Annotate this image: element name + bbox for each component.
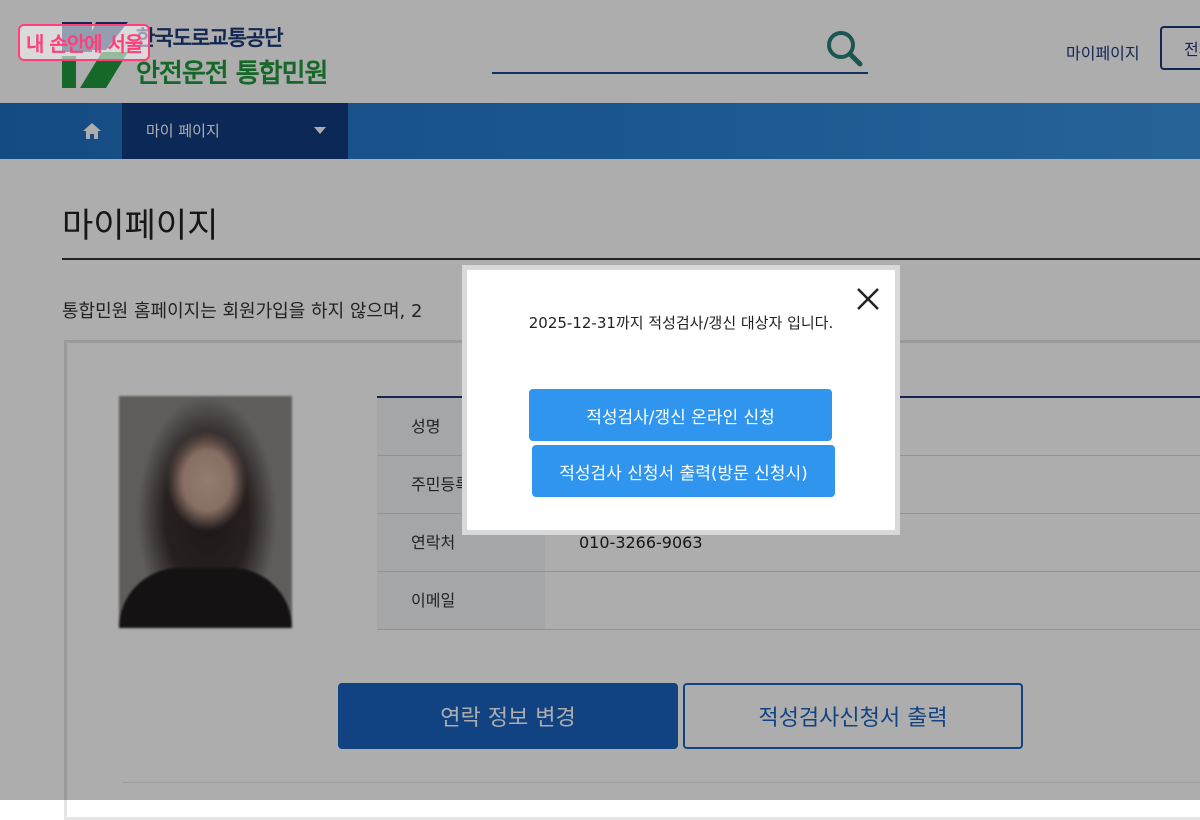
print-application-button[interactable]: 적성검사 신청서 출력(방문 신청시)	[532, 445, 835, 497]
close-icon	[857, 288, 879, 310]
modal-message: 2025-12-31까지 적성검사/갱신 대상자 입니다.	[528, 314, 834, 332]
online-apply-button[interactable]: 적성검사/갱신 온라인 신청	[529, 389, 832, 441]
notice-modal: 2025-12-31까지 적성검사/갱신 대상자 입니다. 적성검사/갱신 온라…	[462, 265, 900, 535]
close-button[interactable]	[853, 284, 883, 314]
watermark-logo: 내 손안에 서울	[18, 24, 151, 61]
